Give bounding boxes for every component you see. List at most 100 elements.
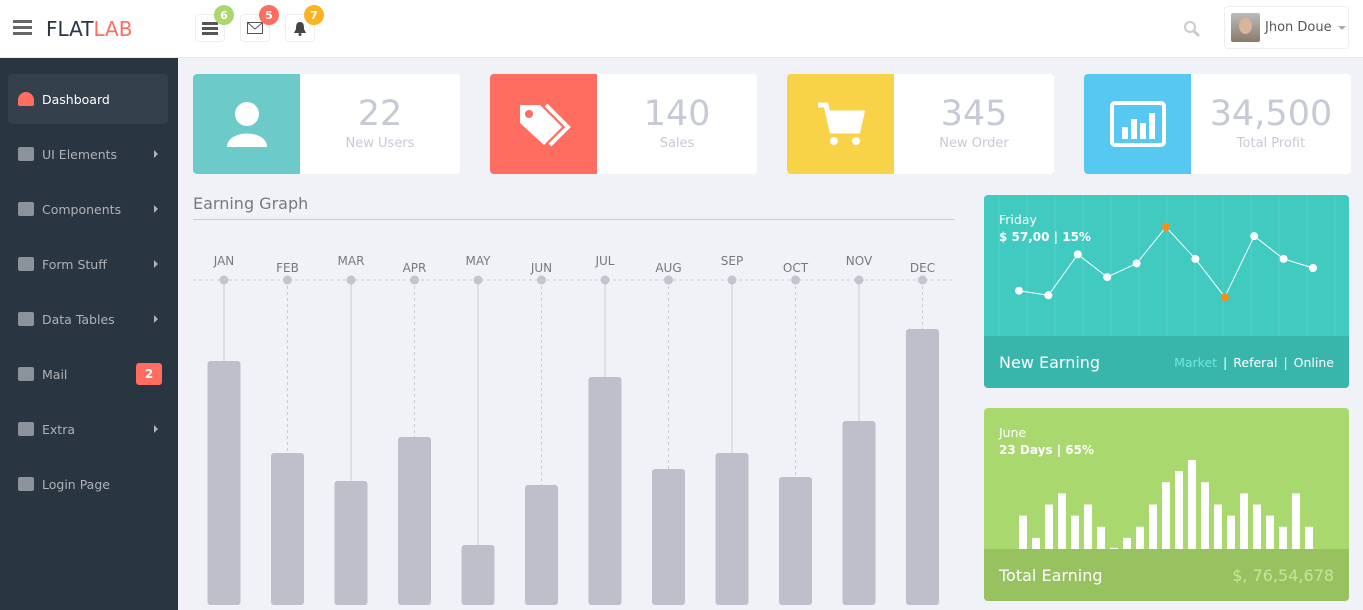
earning-graph-title: Earning Graph (193, 194, 309, 213)
total-earning-footer: Total Earning $, 76,54,678 (984, 549, 1349, 601)
earning-summary: $ 57,00 | 15% (999, 230, 1091, 244)
earning-graph-chart: JAN FEB MAR APR MAY JUN JUL AUG SEP OCT NOV DEC (193, 254, 954, 605)
glass-icon (18, 422, 34, 436)
day-bar[interactable] (1175, 471, 1183, 549)
sidebar-item-dashboard[interactable]: Dashboard (8, 74, 168, 124)
day-bar[interactable] (1162, 482, 1170, 549)
messages-button[interactable]: 5 (240, 5, 279, 42)
day-bar[interactable] (1123, 537, 1131, 549)
bar-aug[interactable] (652, 469, 685, 605)
sidebar-item-form-stuff[interactable]: Form Stuff (8, 239, 168, 289)
earning-summary: 23 Days | 65% (999, 443, 1094, 457)
notifications-button[interactable]: 7 (285, 5, 324, 42)
day-bar[interactable] (1201, 482, 1209, 549)
day-bar[interactable] (1292, 493, 1300, 549)
bar-may[interactable] (461, 545, 495, 605)
line-point[interactable] (1191, 254, 1200, 263)
referal-link[interactable]: Referal (1233, 355, 1277, 370)
menu-toggle-button[interactable] (13, 20, 32, 36)
month-label: JUN (530, 261, 552, 275)
month-label: NOV (846, 254, 873, 268)
bar-feb[interactable] (271, 453, 304, 605)
stat-label: Total Profit (1236, 136, 1306, 151)
line-point[interactable] (1103, 273, 1112, 282)
new-earning-line-chart (998, 195, 1336, 336)
online-link[interactable]: Online (1294, 355, 1334, 370)
stat-card-new-order: 345 New Order (787, 74, 1054, 174)
day-bar[interactable] (1019, 515, 1027, 549)
day-bar[interactable] (1188, 460, 1196, 549)
bar-dec[interactable] (906, 329, 939, 605)
sidebar-item-extra[interactable]: Extra (8, 404, 168, 454)
sidebar-item-label: Extra (42, 421, 75, 437)
new-earning-card: Friday $ 57,00 | 15% New Earning Market |… (984, 195, 1349, 388)
line-point[interactable] (1073, 250, 1082, 259)
bar-chart-icon (1084, 74, 1191, 174)
sidebar-item-label: Data Tables (42, 311, 115, 327)
month-dot (410, 275, 419, 285)
bar-nov[interactable] (842, 421, 876, 605)
logo-text: FLAT (46, 17, 94, 41)
cogs-icon (18, 202, 34, 216)
user-dropdown[interactable]: Jhon Doue (1224, 6, 1349, 49)
bar-oct[interactable] (779, 477, 812, 605)
day-bar[interactable] (1214, 504, 1222, 550)
divider: | (1223, 354, 1228, 370)
month-dot (537, 275, 546, 285)
day-bar[interactable] (1305, 526, 1313, 549)
bar-jul[interactable] (588, 377, 622, 605)
line-point[interactable] (1309, 264, 1317, 272)
month-dot (283, 275, 292, 285)
day-bar[interactable] (1279, 526, 1287, 549)
bar-apr[interactable] (398, 437, 431, 605)
bar-jan[interactable] (207, 361, 241, 605)
line-point[interactable] (1044, 291, 1053, 300)
day-bar[interactable] (1071, 515, 1079, 549)
sidebar-item-mail[interactable]: Mail 2 (8, 349, 168, 399)
day-bar[interactable] (1253, 504, 1261, 550)
tasks-icon (202, 21, 218, 35)
search-icon[interactable] (1183, 20, 1201, 38)
logo[interactable]: FLATLAB (46, 17, 132, 41)
total-earning-amount: $, 76,54,678 (1232, 565, 1334, 585)
logo-text-accent: LAB (93, 17, 133, 41)
stat-card-new-users: 22 New Users (193, 74, 460, 174)
day-bar[interactable] (1032, 537, 1040, 549)
month-label: APR (403, 261, 427, 275)
bell-icon (294, 21, 306, 36)
day-bar[interactable] (1045, 504, 1053, 550)
bar-sep[interactable] (715, 453, 749, 605)
stat-label: New Users (345, 136, 415, 151)
day-bar[interactable] (1240, 493, 1248, 549)
line-point[interactable] (1220, 293, 1229, 302)
line-point[interactable] (1250, 232, 1259, 241)
sidebar-item-label: Mail (42, 366, 68, 382)
day-bar[interactable] (1227, 515, 1235, 549)
sidebar-item-ui-elements[interactable]: UI Elements (8, 129, 168, 179)
day-bar[interactable] (1266, 515, 1274, 549)
day-bar[interactable] (1058, 493, 1066, 549)
line-point[interactable] (1279, 254, 1288, 263)
stat-value: 22 (357, 94, 403, 134)
total-earning-title: Total Earning (999, 565, 1103, 585)
month-label: DEC (910, 261, 935, 275)
market-link[interactable]: Market (1174, 355, 1217, 370)
line-point[interactable] (1015, 286, 1023, 295)
bar-mar[interactable] (334, 481, 368, 605)
sidebar-item-login-page[interactable]: Login Page (8, 459, 168, 509)
day-bar[interactable] (1097, 526, 1105, 549)
month-dot (727, 275, 737, 285)
tasks-button[interactable]: 6 (195, 5, 234, 42)
sidebar-item-components[interactable]: Components (8, 184, 168, 234)
day-bar[interactable] (1084, 504, 1092, 550)
mail-badge: 2 (136, 363, 162, 385)
sidebar-item-data-tables[interactable]: Data Tables (8, 294, 168, 344)
tags-icon (490, 74, 597, 174)
day-bar[interactable] (1136, 526, 1144, 549)
day-bar[interactable] (1149, 504, 1157, 550)
line-point[interactable] (1132, 259, 1141, 268)
month-label: AUG (655, 261, 681, 275)
stat-value: 345 (940, 94, 1008, 134)
line-point[interactable] (1162, 223, 1170, 232)
bar-jun[interactable] (525, 485, 558, 605)
